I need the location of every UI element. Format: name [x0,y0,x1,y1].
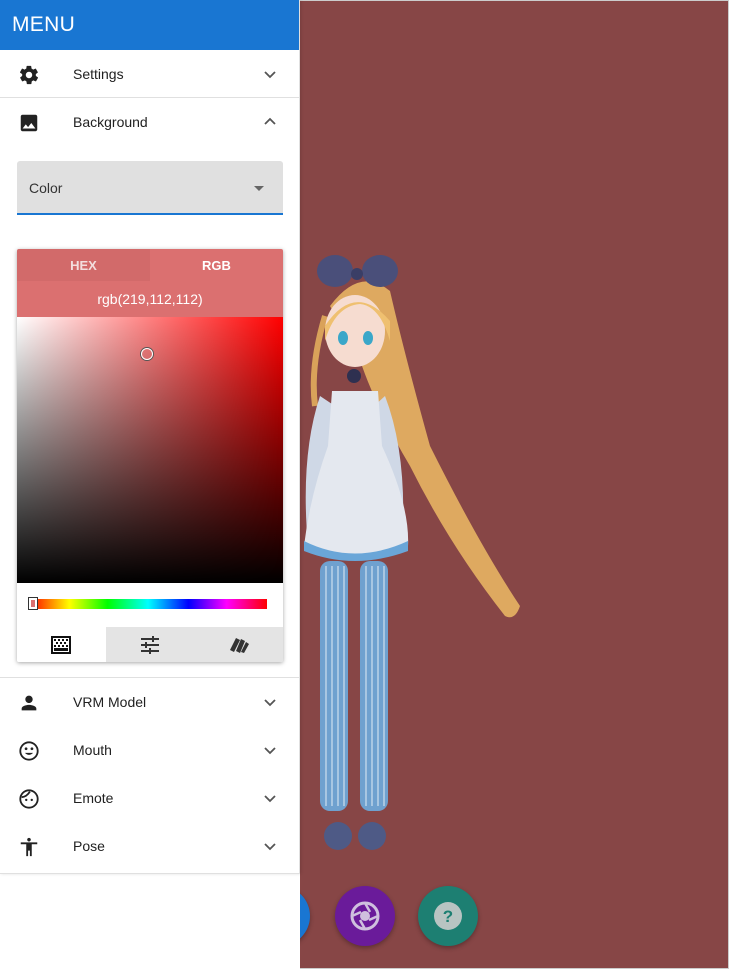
model-viewport[interactable]: ? [300,0,729,969]
hue-slider[interactable] [29,599,267,609]
tab-hex[interactable]: HEX [17,249,150,281]
accordion-pose-label: Pose [73,838,105,854]
chevron-down-icon [264,843,276,851]
mode-palette-button[interactable] [17,627,106,662]
accordion-settings-label: Settings [73,65,124,82]
accordion-pose[interactable]: Pose [0,822,299,870]
help-icon: ? [434,902,462,930]
chevron-down-icon [264,71,276,79]
accordion-background[interactable]: Background [0,98,299,146]
partial-button[interactable] [300,886,310,946]
color-picker: HEX RGB rgb(219,112,112) [17,249,283,662]
background-type-select[interactable]: Color [17,161,283,215]
accordion-settings[interactable]: Settings [0,50,299,98]
accordion-emote[interactable]: Emote [0,774,299,822]
screenshot-button[interactable] [335,886,395,946]
face-icon [19,789,39,809]
tab-rgb[interactable]: RGB [150,249,283,281]
smiley-face-icon [19,741,39,761]
accordion-mouth-label: Mouth [73,742,112,758]
accordion-vrm-model-label: VRM Model [73,694,147,710]
vrm-character-model [304,255,520,850]
swatches-icon [229,637,249,653]
background-type-value: Color [29,180,63,196]
background-panel: Color HEX RGB rgb(219,112,112) [0,146,299,678]
svg-text:?: ? [443,907,453,926]
gear-icon [19,65,39,85]
accordion-vrm-model[interactable]: VRM Model [0,678,299,726]
mode-swatches-button[interactable] [194,627,283,662]
mode-sliders-button[interactable] [105,627,195,662]
hue-slider-handle[interactable] [28,597,38,610]
chevron-down-icon [264,795,276,803]
help-button[interactable]: ? [418,886,478,946]
sliders-icon [141,635,159,654]
camera-shutter-icon [350,901,380,931]
accordion-emote-label: Emote [73,790,114,806]
picker-mode-bar [17,627,283,662]
drawer-title: MENU [0,0,299,50]
chevron-up-icon [264,117,276,125]
caret-down-icon [254,186,264,191]
saturation-value-area[interactable] [17,317,283,583]
person-icon [21,695,37,711]
chevron-down-icon [264,699,276,707]
palette-icon [51,635,72,654]
hue-slider-container [17,583,283,627]
accessibility-icon [20,837,38,857]
chevron-down-icon [264,747,276,755]
accordion-background-label: Background [73,114,148,130]
color-cursor-handle[interactable] [141,348,153,360]
accordion-mouth[interactable]: Mouth [0,726,299,774]
color-value-readout[interactable]: rgb(219,112,112) [17,281,283,317]
side-drawer: MENU Settings Background Color HEX RGB r… [0,0,300,874]
image-icon [20,114,38,132]
